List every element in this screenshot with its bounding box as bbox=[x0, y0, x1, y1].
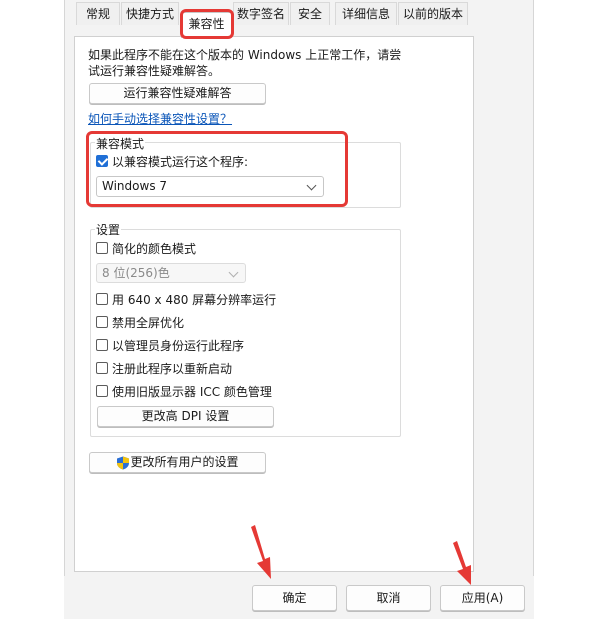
option-row[interactable]: 用 640 x 480 屏幕分辨率运行 bbox=[96, 291, 276, 307]
compat-mode-label: 兼容模式 bbox=[95, 135, 146, 152]
tab-security[interactable]: 安全 bbox=[290, 2, 330, 25]
shield-icon bbox=[117, 456, 129, 470]
change-all-users-label: 更改所有用户的设置 bbox=[130, 455, 239, 469]
option-label: 注册此程序以重新启动 bbox=[112, 361, 233, 376]
color-depth-value: 8 位(256)色 bbox=[102, 266, 170, 280]
fullscreen-opt-checkbox[interactable] bbox=[96, 316, 108, 328]
description-text: 如果此程序不能在这个版本的 Windows 上正常工作，请尝试运行兼容性疑难解答… bbox=[88, 48, 402, 78]
option-label: 用 640 x 480 屏幕分辨率运行 bbox=[112, 292, 277, 307]
register-restart-checkbox[interactable] bbox=[96, 362, 108, 374]
option-row[interactable]: 以管理员身份运行此程序 bbox=[96, 337, 244, 353]
option-label: 使用旧版显示器 ICC 颜色管理 bbox=[112, 384, 272, 399]
compat-mode-checkbox-label: 以兼容模式运行这个程序: bbox=[112, 154, 249, 169]
option-row[interactable]: 使用旧版显示器 ICC 颜色管理 bbox=[96, 383, 272, 399]
cancel-button[interactable]: 取消 bbox=[346, 585, 431, 611]
manual-settings-link[interactable]: 如何手动选择兼容性设置？ bbox=[88, 110, 232, 127]
ok-button[interactable]: 确定 bbox=[252, 585, 337, 611]
os-version-select[interactable]: Windows 7 bbox=[96, 176, 324, 197]
option-label: 以管理员身份运行此程序 bbox=[112, 338, 245, 353]
change-dpi-button[interactable]: 更改高 DPI 设置 bbox=[97, 406, 274, 427]
os-version-value: Windows 7 bbox=[102, 179, 168, 193]
tab-compatibility[interactable]: 兼容性 bbox=[181, 12, 232, 38]
tab-shortcut[interactable]: 快捷方式 bbox=[121, 2, 179, 25]
reduced-color-checkbox[interactable] bbox=[96, 242, 108, 254]
change-all-users-button[interactable]: 更改所有用户的设置 bbox=[89, 452, 266, 473]
compat-mode-checkbox[interactable] bbox=[96, 155, 108, 167]
reduced-color-label: 简化的颜色模式 bbox=[112, 241, 197, 256]
legacy-icc-checkbox[interactable] bbox=[96, 385, 108, 397]
option-row[interactable]: 禁用全屏优化 bbox=[96, 314, 184, 330]
tab-general[interactable]: 常规 bbox=[76, 2, 120, 25]
tab-digital-signatures[interactable]: 数字签名 bbox=[233, 2, 289, 25]
option-row[interactable]: 注册此程序以重新启动 bbox=[96, 360, 232, 376]
resolution-checkbox[interactable] bbox=[96, 293, 108, 305]
chevron-down-icon bbox=[306, 180, 317, 191]
run-troubleshooter-button[interactable]: 运行兼容性疑难解答 bbox=[89, 83, 266, 104]
settings-label: 设置 bbox=[95, 221, 122, 238]
chevron-down-icon bbox=[228, 267, 239, 278]
option-label: 禁用全屏优化 bbox=[112, 315, 185, 330]
apply-button[interactable]: 应用(A) bbox=[440, 585, 525, 611]
tab-details[interactable]: 详细信息 bbox=[335, 2, 397, 25]
run-as-admin-checkbox[interactable] bbox=[96, 339, 108, 351]
compat-mode-checkbox-row[interactable]: 以兼容模式运行这个程序: bbox=[96, 153, 248, 169]
tab-previous-versions[interactable]: 以前的版本 bbox=[398, 2, 468, 25]
color-depth-select: 8 位(256)色 bbox=[96, 263, 246, 283]
reduced-color-row[interactable]: 简化的颜色模式 bbox=[96, 240, 196, 256]
